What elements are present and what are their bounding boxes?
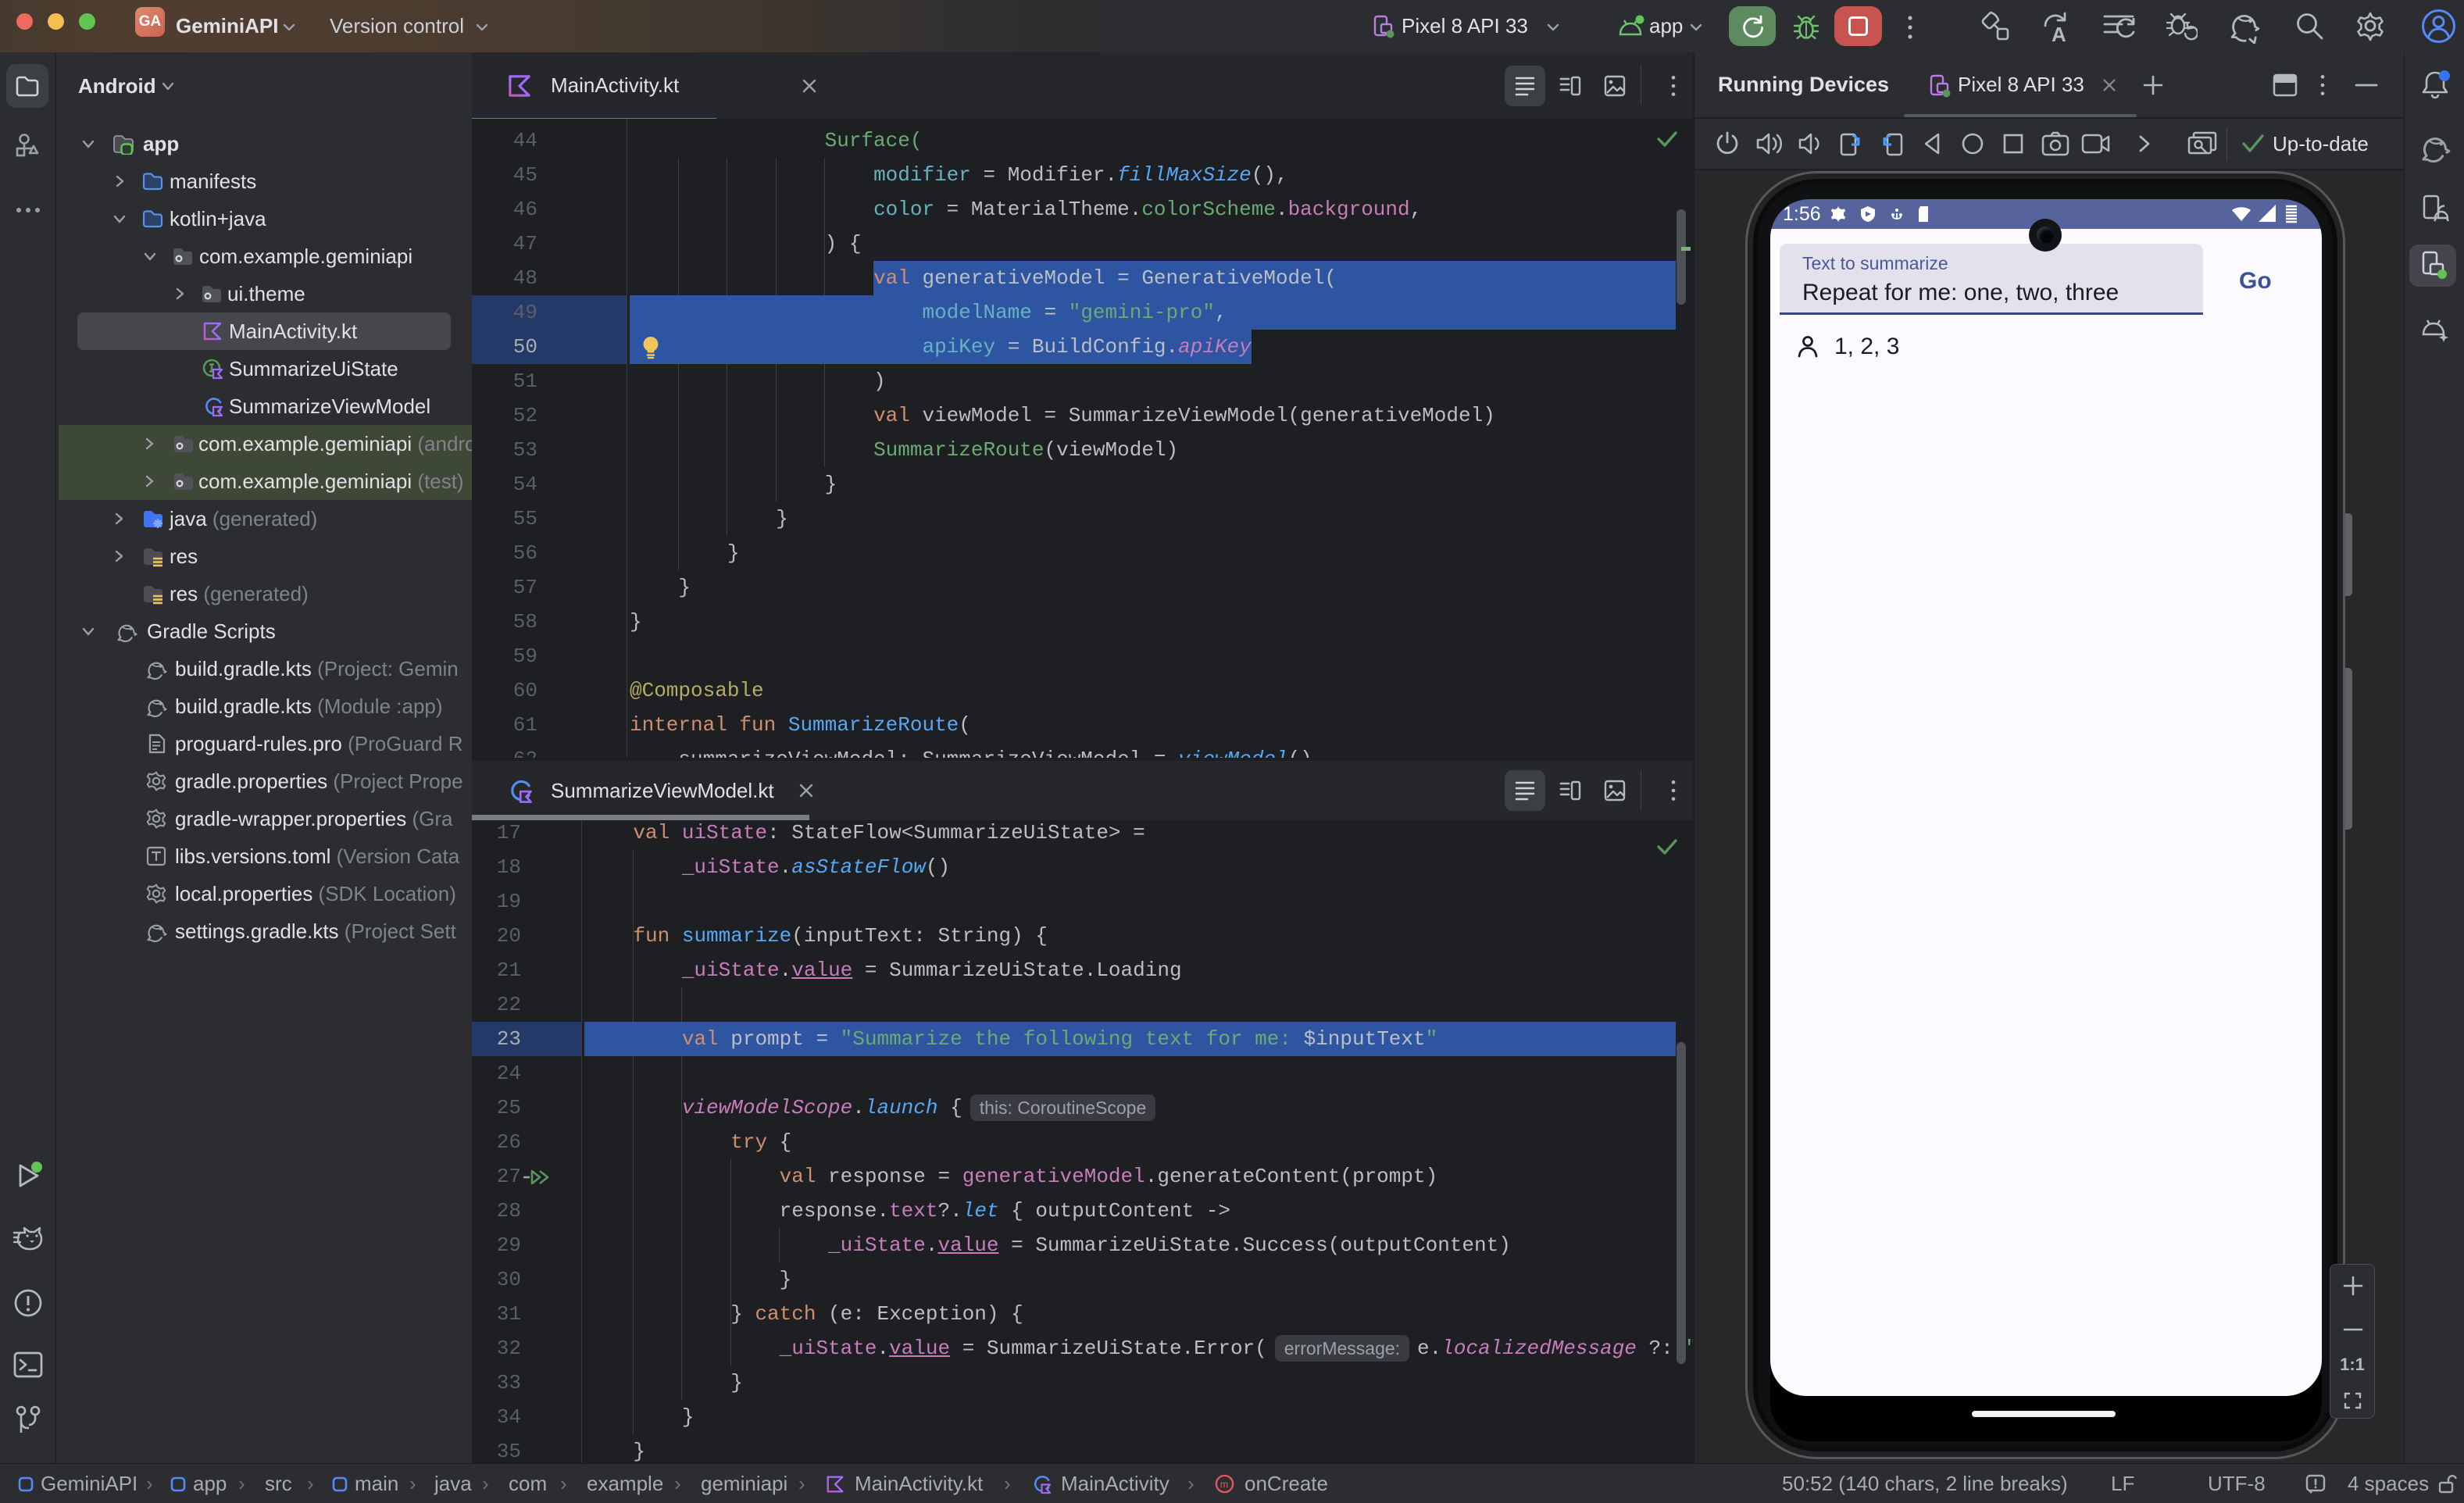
svg-text:A: A: [2052, 23, 2066, 43]
svg-text:m: m: [1220, 1479, 1228, 1490]
